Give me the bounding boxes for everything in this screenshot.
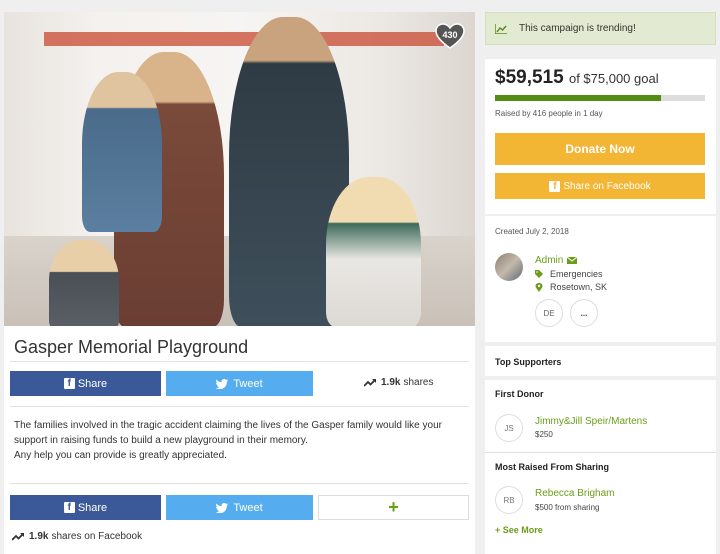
share-count-top: 1.9k shares — [364, 377, 433, 388]
organizer-name-row[interactable]: Admin — [535, 255, 578, 266]
facebook-icon: f — [63, 502, 75, 513]
more-share-options-button[interactable]: + — [318, 495, 469, 520]
plus-icon: + — [388, 497, 399, 517]
facebook-icon: f — [63, 378, 75, 389]
progress-fill — [495, 95, 661, 101]
first-donor-avatar: JS — [495, 414, 523, 442]
facebook-share-label: Share — [77, 377, 108, 390]
campaign-photo: 430 — [4, 12, 475, 326]
photo-figure-girl — [326, 177, 421, 326]
first-donor-title: First Donor — [495, 389, 544, 399]
most-raised-title: Most Raised From Sharing — [495, 462, 610, 472]
share-count-suffix: shares on Facebook — [51, 531, 143, 542]
twitter-icon — [216, 378, 229, 389]
facebook-share-button-bottom[interactable]: f Share — [10, 495, 161, 520]
organizer-category-text: Emergencies — [550, 269, 603, 279]
favorite-heart-badge[interactable]: 430 — [435, 23, 465, 49]
donation-card: $59,515 of $75,000 goal Raised by 416 pe… — [485, 59, 716, 214]
organizer-badge[interactable]: DE — [535, 299, 563, 327]
facebook-icon: f — [549, 180, 561, 192]
photo-figure-toddler — [82, 72, 162, 232]
organizer-location: Rosetown, SK — [535, 282, 607, 292]
raised-by-text: Raised by 416 people in 1 day — [495, 109, 603, 118]
description-line: The families involved in the tragic acci… — [14, 420, 442, 431]
share-divider — [10, 406, 469, 407]
twitter-icon — [216, 502, 229, 513]
first-donor-amount: $250 — [535, 430, 553, 439]
organizer-avatar[interactable] — [495, 253, 523, 281]
trending-banner: This campaign is trending! — [485, 12, 716, 45]
progress-bar — [495, 95, 705, 101]
top-sharer-amount: $500 from sharing — [535, 503, 600, 512]
trending-icon — [364, 378, 376, 387]
organizer-category: Emergencies — [535, 269, 603, 279]
share-on-facebook-button[interactable]: f Share on Facebook — [495, 173, 705, 199]
campaign-description: The families involved in the tragic acci… — [14, 418, 464, 463]
raised-amount-value: $59,515 — [495, 67, 564, 88]
favorite-count: 430 — [442, 30, 458, 40]
title-divider — [10, 361, 469, 362]
top-sharer-name[interactable]: Rebecca Brigham — [535, 488, 614, 499]
facebook-share-button[interactable]: f Share — [10, 371, 161, 396]
description-divider — [10, 483, 469, 484]
envelope-icon[interactable] — [567, 257, 578, 264]
tweet-label: Tweet — [233, 501, 263, 514]
top-sharer-avatar: RB — [495, 486, 523, 514]
created-date: Created July 2, 2018 — [495, 227, 569, 236]
top-supporters-title: Top Supporters — [495, 357, 562, 367]
photo-figure-boy — [49, 240, 119, 326]
goal-text: of $75,000 goal — [568, 71, 659, 86]
campaign-title: Gasper Memorial Playground — [14, 337, 249, 357]
tag-icon — [535, 270, 543, 278]
donate-now-button[interactable]: Donate Now — [495, 133, 705, 165]
tweet-label: Tweet — [233, 377, 263, 390]
share-count-value: 1.9k — [381, 377, 401, 388]
share-count-bottom: 1.9k shares on Facebook — [12, 531, 142, 542]
tweet-button[interactable]: Tweet — [166, 371, 313, 396]
description-line: support in raising funds to build a new … — [14, 435, 308, 446]
photo-rail — [44, 32, 444, 46]
map-pin-icon — [535, 282, 543, 292]
trending-icon — [12, 532, 24, 541]
campaign-main: 430 Gasper Memorial Playground f Share T… — [4, 12, 475, 554]
share-count-value: 1.9k — [29, 531, 49, 542]
organizer-name[interactable]: Admin — [535, 255, 563, 266]
organizer-location-text: Rosetown, SK — [550, 282, 608, 292]
description-line: Any help you can provide is greatly appr… — [14, 450, 227, 461]
more-options-button[interactable]: ... — [570, 299, 598, 327]
chart-trend-icon — [495, 23, 507, 34]
trending-text: This campaign is trending! — [519, 23, 636, 34]
share-on-facebook-label: Share on Facebook — [563, 180, 651, 192]
tweet-button-bottom[interactable]: Tweet — [166, 495, 313, 520]
share-count-suffix: shares — [403, 377, 434, 388]
raised-amount: $59,515 of $75,000 goal — [495, 67, 659, 89]
supporters-divider — [485, 452, 716, 453]
facebook-share-label: Share — [77, 501, 108, 514]
first-donor-name[interactable]: Jimmy&Jill Speir/Martens — [535, 416, 647, 427]
see-more-link[interactable]: + See More — [495, 525, 543, 535]
